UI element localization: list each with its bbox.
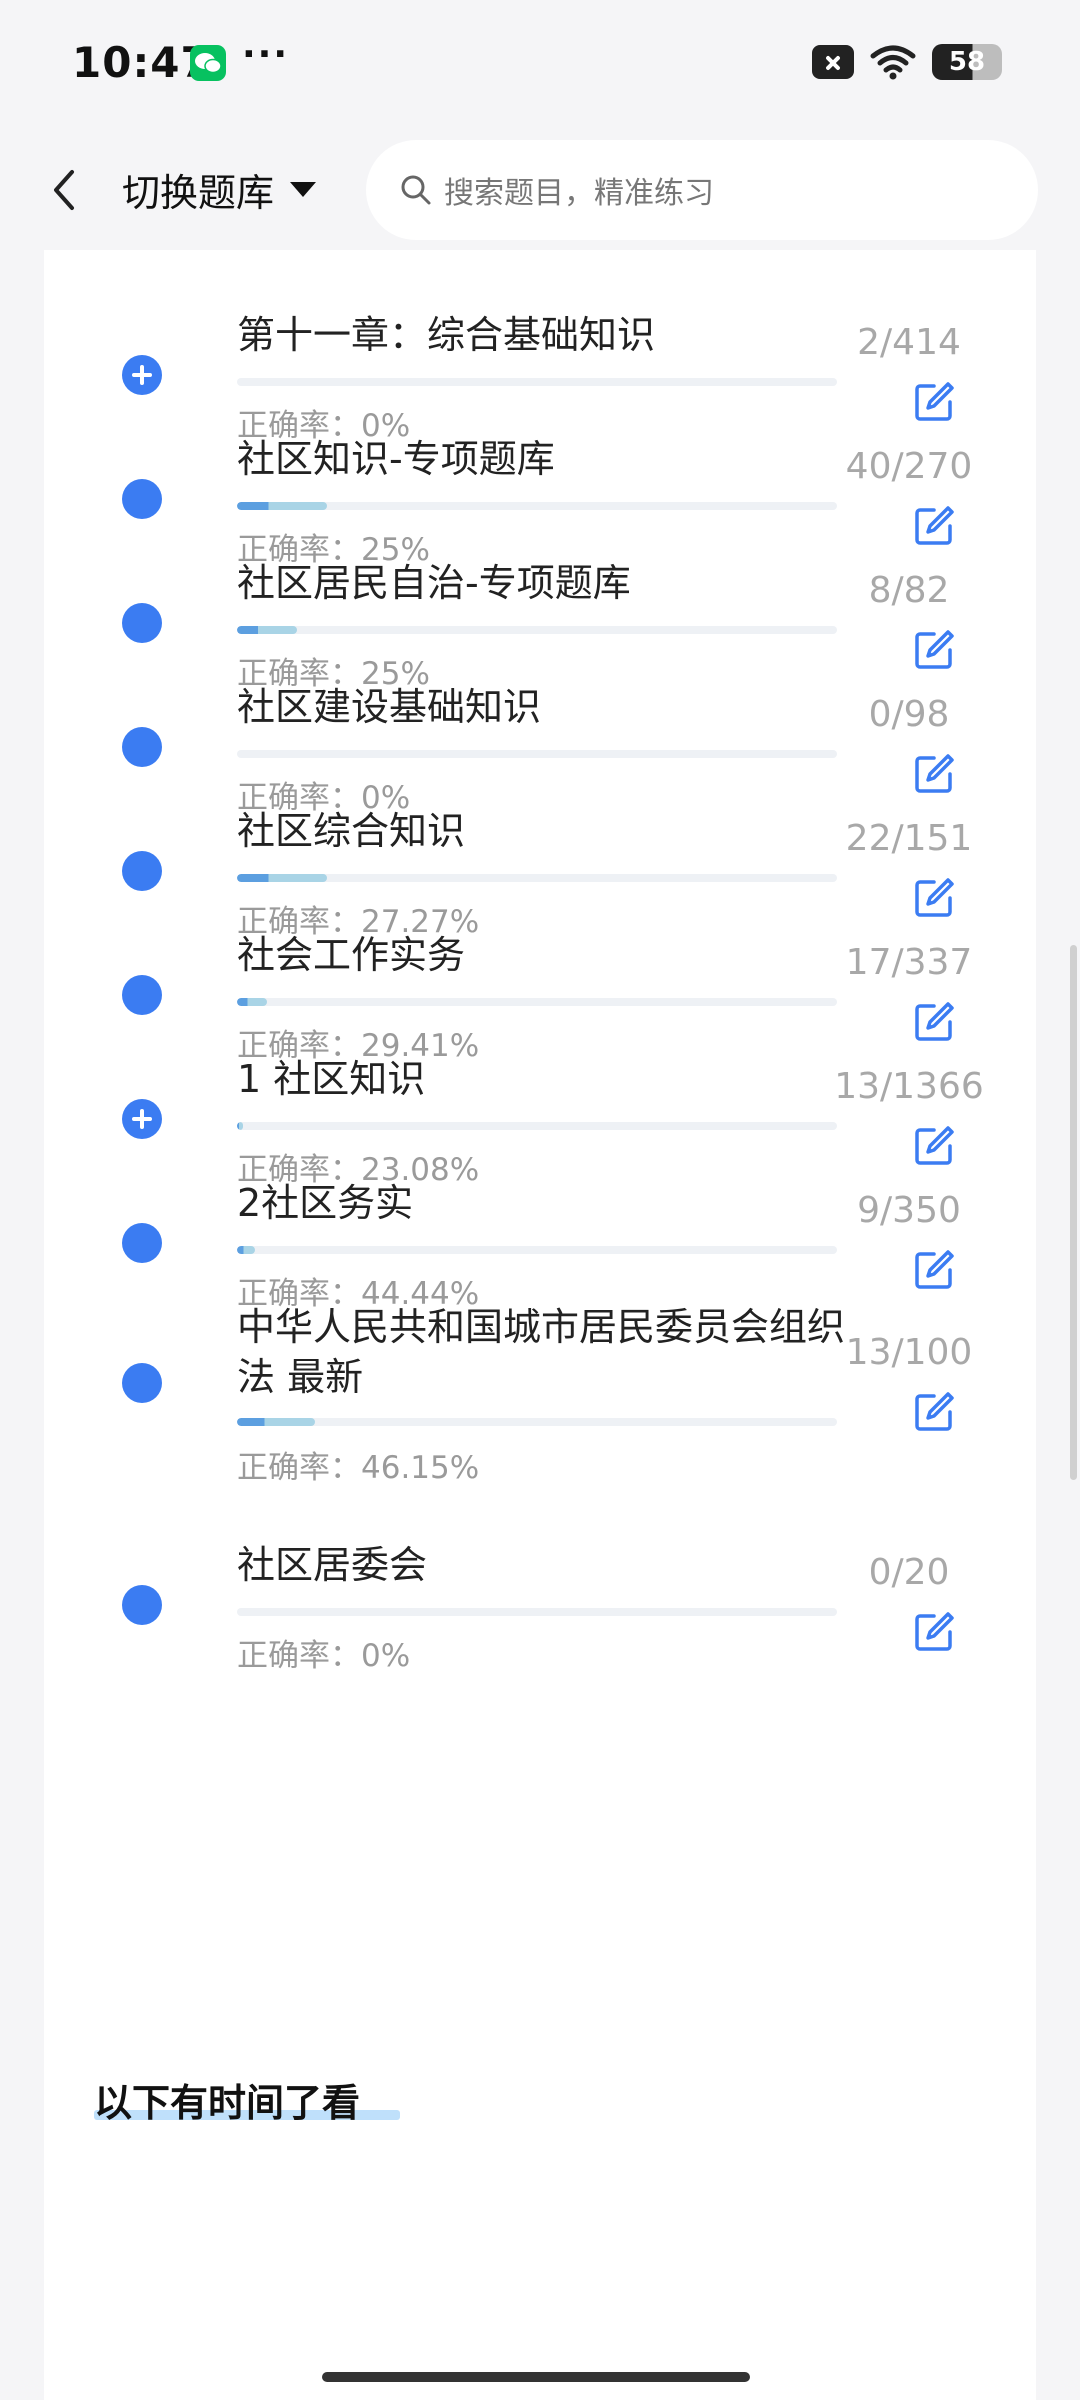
- progress-track: [237, 1418, 837, 1426]
- progress-track: [237, 874, 837, 882]
- expand-plus-icon[interactable]: [122, 1099, 162, 1139]
- expand-plus-icon[interactable]: [122, 355, 162, 395]
- edit-icon[interactable]: [912, 1248, 956, 1292]
- search-placeholder: 搜索题目，精准练习: [444, 176, 714, 211]
- switch-bank-label: 切换题库: [122, 171, 275, 215]
- progress-count: 22/151: [845, 818, 973, 859]
- search-input[interactable]: 搜索题目，精准练习: [366, 140, 1038, 240]
- search-icon: [401, 175, 431, 205]
- edit-icon[interactable]: [912, 1124, 956, 1168]
- item-title[interactable]: 社区知识-专项题库: [237, 434, 877, 484]
- accuracy-rate: 正确率：46.15%: [237, 1450, 480, 1486]
- accuracy-rate: 正确率：0%: [237, 1638, 411, 1674]
- chevron-left-icon: [54, 170, 74, 210]
- wechat-icon: [190, 45, 226, 81]
- item-title[interactable]: 中华人民共和国城市居民委员会组织法 最新: [237, 1302, 877, 1402]
- edit-icon[interactable]: [912, 628, 956, 672]
- progress-count: 2/414: [857, 322, 961, 363]
- item-title[interactable]: 第十一章：综合基础知识: [237, 310, 877, 360]
- progress-fill: [237, 1418, 315, 1426]
- edit-icon[interactable]: [912, 1390, 956, 1434]
- progress-track: [237, 502, 837, 510]
- progress-count: 17/337: [845, 942, 973, 983]
- progress-track: [237, 378, 837, 386]
- edit-icon[interactable]: [912, 876, 956, 920]
- progress-fill: [237, 502, 327, 510]
- progress-fill: [237, 1122, 243, 1130]
- section-title: 以下有时间了看: [94, 2081, 361, 2125]
- item-title[interactable]: 社区建设基础知识: [237, 682, 877, 732]
- item-title[interactable]: 社区居委会: [237, 1540, 877, 1590]
- item-title[interactable]: 2社区务实: [237, 1178, 877, 1228]
- bullet-dot-icon: [122, 1223, 162, 1263]
- edit-icon[interactable]: [912, 1000, 956, 1044]
- notification-close-icon: [812, 45, 854, 79]
- more-notifications-icon: ···: [242, 34, 290, 75]
- home-indicator[interactable]: [322, 2372, 750, 2382]
- bullet-dot-icon: [122, 479, 162, 519]
- scrollbar[interactable]: [1070, 945, 1077, 1480]
- progress-track: [237, 1122, 837, 1130]
- status-icons: 58: [812, 44, 1002, 80]
- bullet-dot-icon: [122, 1363, 162, 1403]
- edit-icon[interactable]: [912, 380, 956, 424]
- bullet-dot-icon: [122, 975, 162, 1015]
- progress-fill: [237, 874, 327, 882]
- edit-icon[interactable]: [912, 1610, 956, 1654]
- progress-count: 8/82: [868, 570, 950, 611]
- caret-down-icon: [290, 182, 317, 197]
- progress-count: 0/98: [868, 694, 950, 735]
- progress-track: [237, 1608, 837, 1616]
- progress-count: 9/350: [857, 1190, 961, 1231]
- progress-count: 13/1366: [834, 1066, 984, 1107]
- progress-track: [237, 750, 837, 758]
- edit-icon[interactable]: [912, 504, 956, 548]
- item-title[interactable]: 1 社区知识: [237, 1054, 877, 1104]
- status-bar: 10:47 ··· 58: [0, 0, 1080, 130]
- progress-track: [237, 1246, 837, 1254]
- bullet-dot-icon: [122, 603, 162, 643]
- bullet-dot-icon: [122, 727, 162, 767]
- item-title[interactable]: 社区居民自治-专项题库: [237, 558, 877, 608]
- battery-icon: 58: [932, 44, 1002, 80]
- switch-bank-dropdown[interactable]: 切换题库: [122, 162, 317, 217]
- progress-track: [237, 626, 837, 634]
- progress-fill: [237, 998, 267, 1006]
- back-button[interactable]: [44, 160, 84, 220]
- progress-fill: [237, 626, 297, 634]
- progress-count: 13/100: [845, 1332, 973, 1373]
- item-title[interactable]: 社区综合知识: [237, 806, 877, 856]
- progress-count: 40/270: [845, 446, 973, 487]
- edit-icon[interactable]: [912, 752, 956, 796]
- progress-count: 0/20: [868, 1552, 950, 1593]
- bullet-dot-icon: [122, 1585, 162, 1625]
- progress-fill: [237, 1246, 255, 1254]
- wifi-icon: [870, 45, 916, 80]
- top-bar: 切换题库 搜索题目，精准练习: [0, 130, 1080, 250]
- question-bank-list: 第十一章：综合基础知识 正确率：0% 2/414 社区知识-专项题库 正确率：25% 40…: [44, 250, 1036, 2400]
- progress-track: [237, 998, 837, 1006]
- item-title[interactable]: 社会工作实务: [237, 930, 877, 980]
- bullet-dot-icon: [122, 851, 162, 891]
